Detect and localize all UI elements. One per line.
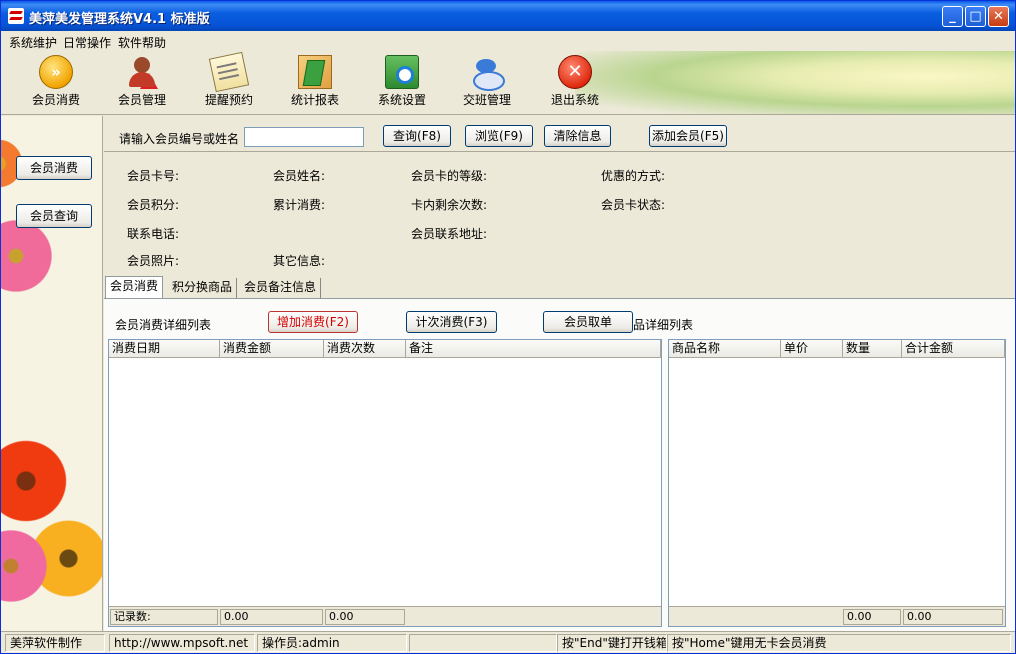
toolbar-reminder[interactable]: 提醒预约 bbox=[189, 51, 269, 113]
menu-daily-operations[interactable]: 日常操作 bbox=[63, 34, 111, 51]
add-consume-button[interactable]: 增加消费(F2) bbox=[268, 311, 358, 333]
product-grid-footer: 0.00 0.00 bbox=[669, 606, 1005, 626]
toolbar-shift[interactable]: 交班管理 bbox=[447, 55, 527, 113]
other-info-label: 其它信息: bbox=[273, 254, 326, 268]
member-name-label: 会员姓名: bbox=[273, 169, 326, 183]
status-end-hint: 按"End"键打开钱箱 bbox=[557, 634, 667, 652]
status-operator: 操作员:admin bbox=[257, 634, 407, 652]
query-button[interactable]: 查询(F8) bbox=[383, 125, 451, 147]
search-label: 请输入会员编号或姓名 bbox=[119, 132, 240, 146]
toolbar-flower-background bbox=[575, 51, 1015, 114]
toolbar-label: 会员管理 bbox=[117, 93, 166, 107]
quantity-total-value: 0.00 bbox=[843, 609, 901, 625]
menu-system-maintenance[interactable]: 系统维护 bbox=[9, 34, 57, 51]
sidebar-member-consume-button[interactable]: 会员消费 bbox=[16, 156, 92, 180]
report-icon bbox=[298, 55, 332, 89]
toolbar-label: 退出系统 bbox=[550, 93, 599, 107]
column-header[interactable]: 消费金额 bbox=[220, 340, 324, 357]
column-header[interactable]: 备注 bbox=[406, 340, 661, 357]
toolbar-exit[interactable]: ✕ 退出系统 bbox=[535, 55, 615, 113]
close-button[interactable]: ✕ bbox=[988, 6, 1009, 27]
tab-panel: 会员消费详细列表 增加消费(F2) 计次消费(F3) 会员取单 品详细列表 消费… bbox=[104, 298, 1015, 631]
photo-label: 会员照片: bbox=[127, 254, 180, 268]
flower-decoration bbox=[1, 216, 56, 296]
member-points-label: 会员积分: bbox=[127, 198, 180, 212]
remaining-times-label: 卡内剩余次数: bbox=[411, 198, 488, 212]
total-consume-label: 累计消费: bbox=[273, 198, 326, 212]
maximize-button[interactable]: □ bbox=[965, 6, 986, 27]
status-home-hint: 按"Home"键用无卡会员消费 bbox=[667, 634, 1011, 652]
tab-points-exchange[interactable]: 积分换商品 bbox=[168, 278, 238, 298]
card-level-label: 会员卡的等级: bbox=[411, 169, 488, 183]
total-times-value: 0.00 bbox=[325, 609, 405, 625]
member-order-button[interactable]: 会员取单 bbox=[543, 311, 633, 333]
menu-bar: 系统维护 日常操作 软件帮助 bbox=[1, 31, 1015, 51]
sum-amount-value: 0.00 bbox=[903, 609, 1003, 625]
toolbar-label: 提醒预约 bbox=[204, 93, 253, 107]
consume-list-title: 会员消费详细列表 bbox=[115, 318, 212, 332]
main-content: 请输入会员编号或姓名 查询(F8) 浏览(F9) 清除信息 添加会员(F5) 会… bbox=[104, 116, 1015, 631]
status-empty bbox=[409, 634, 557, 652]
menu-software-help[interactable]: 软件帮助 bbox=[118, 34, 166, 51]
member-search-input[interactable] bbox=[244, 127, 364, 147]
notepad-icon bbox=[208, 51, 250, 93]
product-grid-header: 商品名称 单价 数量 合计金额 bbox=[669, 340, 1005, 358]
toolbar-label: 交班管理 bbox=[462, 93, 511, 107]
play-icon: » bbox=[39, 55, 73, 89]
shift-handover-icon bbox=[470, 55, 505, 91]
status-bar: 美萍软件制作 http://www.mpsoft.net 操作员:admin 按… bbox=[1, 631, 1015, 653]
total-amount-value: 0.00 bbox=[220, 609, 323, 625]
product-grid[interactable]: 商品名称 单价 数量 合计金额 0.00 0.00 bbox=[668, 339, 1006, 627]
toolbar-member-consume[interactable]: » 会员消费 bbox=[16, 55, 96, 113]
toolbar-label: 系统设置 bbox=[377, 93, 426, 107]
sidebar: 会员消费 会员查询 bbox=[1, 116, 103, 631]
toolbar-label: 会员消费 bbox=[31, 93, 80, 107]
flower-decoration bbox=[1, 436, 71, 526]
member-warning-icon bbox=[125, 55, 159, 89]
exit-icon: ✕ bbox=[558, 55, 592, 89]
column-header[interactable]: 单价 bbox=[781, 340, 843, 357]
toolbar-reports[interactable]: 统计报表 bbox=[275, 55, 355, 113]
toolbar-label: 统计报表 bbox=[290, 93, 339, 107]
settings-icon bbox=[385, 55, 419, 89]
consume-grid[interactable]: 消费日期 消费金额 消费次数 备注 记录数: 0.00 0.00 bbox=[108, 339, 662, 627]
toolbar: » 会员消费 会员管理 提醒预约 统计报表 系统设置 交班管理 ✕ 退出系统 bbox=[1, 51, 1015, 115]
status-url: http://www.mpsoft.net bbox=[109, 634, 255, 652]
record-count-label: 记录数: bbox=[110, 609, 218, 625]
title-bar: 美萍美发管理系统V4.1 标准版 _ □ ✕ bbox=[1, 1, 1015, 31]
app-logo-icon bbox=[8, 8, 24, 24]
tab-member-consume[interactable]: 会员消费 bbox=[105, 276, 164, 298]
column-header[interactable]: 消费日期 bbox=[109, 340, 220, 357]
column-header[interactable]: 商品名称 bbox=[669, 340, 781, 357]
app-window: 美萍美发管理系统V4.1 标准版 _ □ ✕ 系统维护 日常操作 软件帮助 » … bbox=[0, 0, 1016, 654]
tab-member-notes[interactable]: 会员备注信息 bbox=[240, 278, 322, 298]
count-consume-button[interactable]: 计次消费(F3) bbox=[406, 311, 497, 333]
card-number-label: 会员卡号: bbox=[127, 169, 180, 183]
column-header[interactable]: 消费次数 bbox=[324, 340, 406, 357]
window-title: 美萍美发管理系统V4.1 标准版 bbox=[29, 12, 210, 27]
toolbar-member-manage[interactable]: 会员管理 bbox=[102, 55, 182, 113]
discount-method-label: 优惠的方式: bbox=[601, 169, 666, 183]
add-member-button[interactable]: 添加会员(F5) bbox=[649, 125, 727, 147]
product-list-title: 品详细列表 bbox=[633, 318, 694, 332]
toolbar-settings[interactable]: 系统设置 bbox=[362, 55, 442, 113]
sidebar-member-query-button[interactable]: 会员查询 bbox=[16, 204, 92, 228]
browse-button[interactable]: 浏览(F9) bbox=[465, 125, 533, 147]
tab-strip: 会员消费 积分换商品 会员备注信息 bbox=[104, 276, 1015, 298]
consume-grid-footer: 记录数: 0.00 0.00 bbox=[109, 606, 661, 626]
minimize-button[interactable]: _ bbox=[942, 6, 963, 27]
clear-info-button[interactable]: 清除信息 bbox=[544, 125, 611, 147]
column-header[interactable]: 数量 bbox=[843, 340, 902, 357]
status-maker: 美萍软件制作 bbox=[5, 634, 105, 652]
card-status-label: 会员卡状态: bbox=[601, 198, 666, 212]
address-label: 会员联系地址: bbox=[411, 227, 488, 241]
phone-label: 联系电话: bbox=[127, 227, 180, 241]
consume-grid-header: 消费日期 消费金额 消费次数 备注 bbox=[109, 340, 661, 358]
search-row: 请输入会员编号或姓名 查询(F8) 浏览(F9) 清除信息 添加会员(F5) bbox=[104, 116, 1015, 152]
column-header[interactable]: 合计金额 bbox=[902, 340, 1005, 357]
